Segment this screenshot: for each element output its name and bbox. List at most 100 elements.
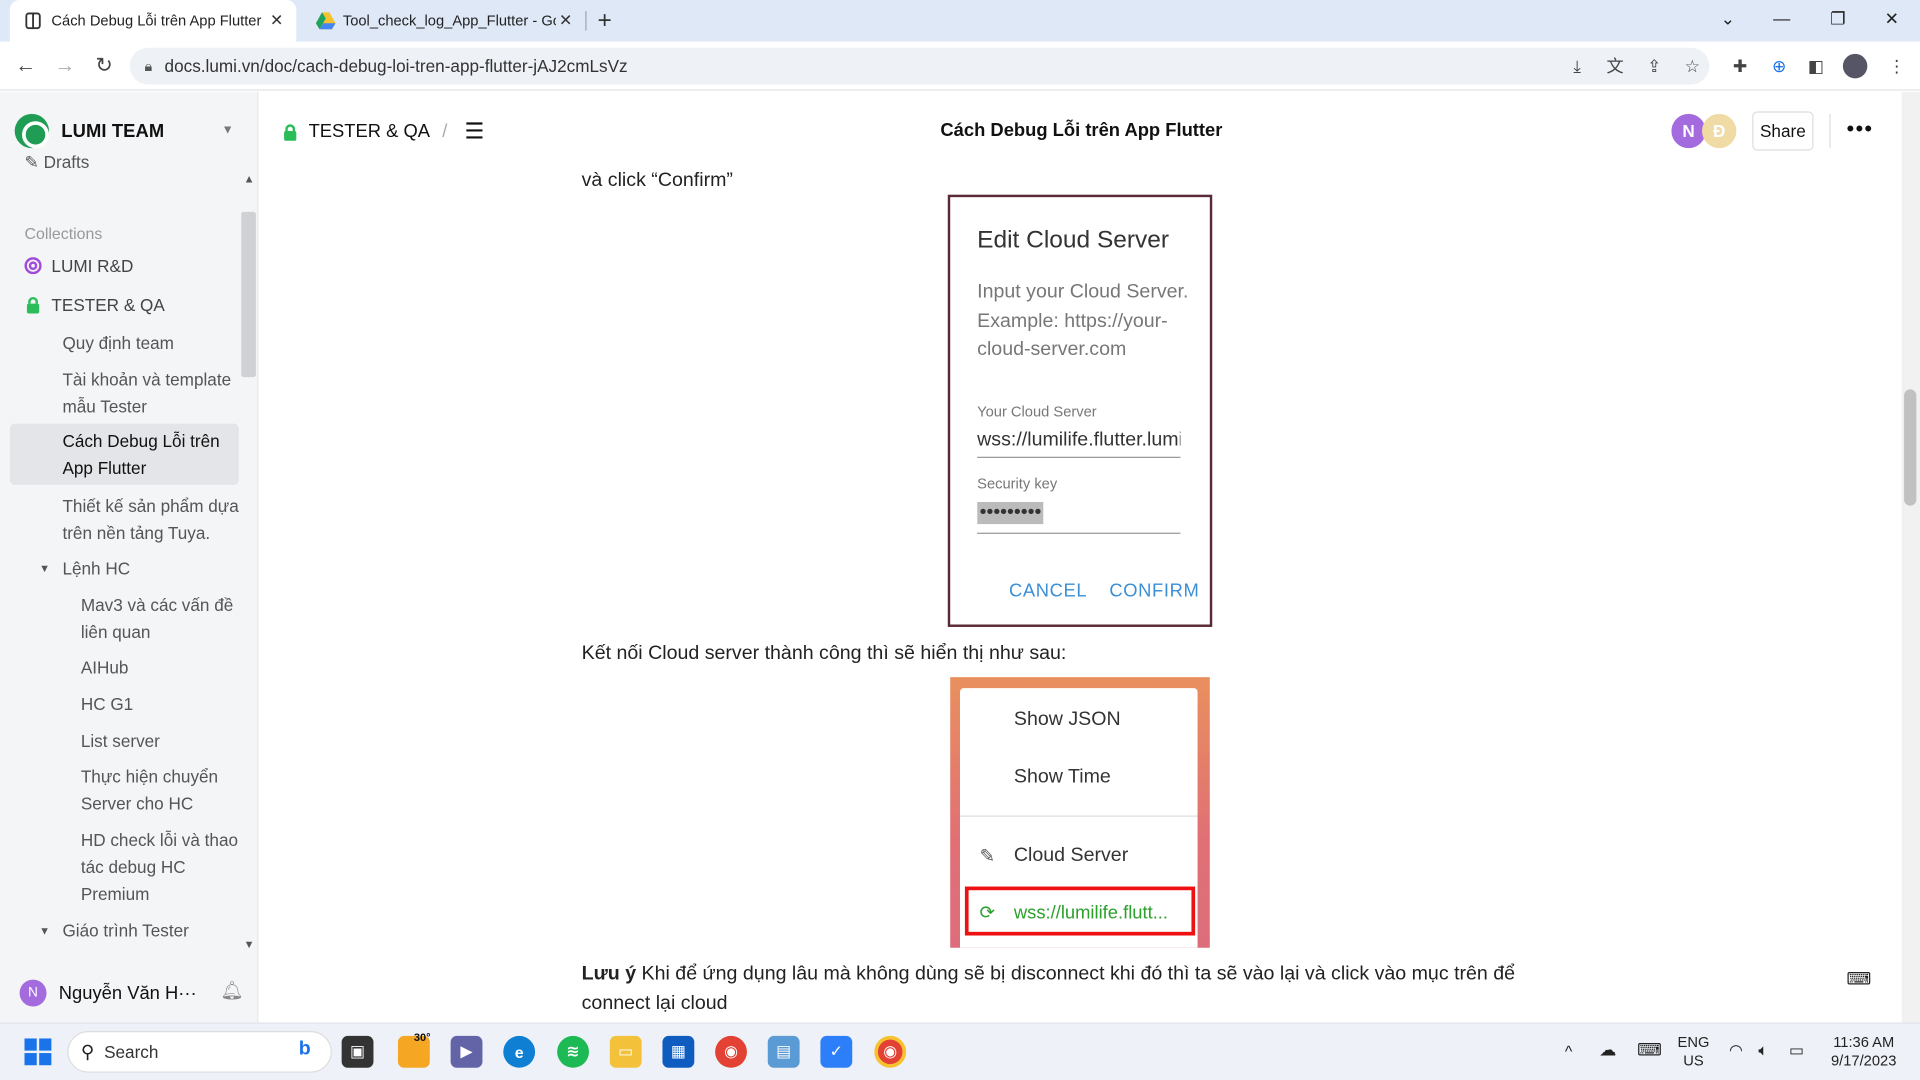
volume-icon[interactable]: 🔈︎ (1758, 1041, 1768, 1059)
sidebar-item-doc[interactable]: Thực hiện chuyển Server cho HC (81, 763, 225, 817)
toc-menu-icon[interactable]: ☰ (465, 119, 485, 145)
minimize-button[interactable]: — (1753, 0, 1809, 37)
sidebar-item-doc[interactable]: HC G1 (81, 691, 133, 718)
chevron-down-icon[interactable]: ▼ (222, 124, 234, 137)
search-label: Search (104, 1042, 159, 1062)
task-view-icon[interactable]: ▣ (341, 1035, 374, 1068)
spotify-icon[interactable]: ≋ (557, 1035, 589, 1068)
edge-icon[interactable]: e (503, 1035, 536, 1068)
expand-caret-icon[interactable]: ▼ (39, 562, 50, 574)
translate-icon[interactable]: 文 (1602, 53, 1629, 80)
taskbar: ⚲ Search b ▣ 30° ▶ e ≋ ▭ ▦ ◉ ▤ ✓ ◉ ^ ☁ ⌨… (0, 1022, 1920, 1080)
sidebar-item-doc[interactable]: Thiết kế sản phẩm dựa trên nền tảng Tuya… (62, 492, 240, 546)
forward-icon[interactable]: → (50, 51, 79, 80)
battery-icon[interactable]: ▭ (1789, 1041, 1804, 1059)
breadcrumb-separator: / (442, 121, 448, 143)
confirm-button: CONFIRM (1109, 580, 1200, 602)
avatar[interactable]: N (1671, 113, 1706, 149)
tab-title: Tool_check_log_App_Flutter - Go (342, 12, 556, 30)
lock-icon: 🔒︎ (144, 56, 153, 75)
tab-active[interactable]: Cách Debug Lỗi trên App Flutter ✕ (9, 0, 297, 42)
avatar[interactable]: Đ (1702, 113, 1737, 149)
pencil-icon: ✎ (979, 846, 996, 867)
server-label: Your Cloud Server (977, 402, 1097, 421)
tray-overflow-icon[interactable]: ^ (1565, 1042, 1572, 1060)
cloud-server-menu-screenshot: Show JSON Show Time ✎ Cloud Server ⟳ wss… (950, 677, 1210, 948)
new-tab-button[interactable]: + (598, 7, 612, 35)
bell-icon[interactable]: 🔔︎ (220, 980, 243, 1002)
weather-icon[interactable]: 30° (397, 1031, 431, 1068)
chrome-active-icon[interactable]: ◉ (874, 1035, 907, 1068)
language-indicator[interactable]: ENG US (1673, 1033, 1715, 1070)
clock[interactable]: 11:36 AM 9/17/2023 (1822, 1033, 1905, 1070)
scroll-thumb[interactable] (1904, 389, 1917, 506)
workspace-switcher[interactable]: LUMI TEAM (14, 113, 165, 149)
key-field: ••••••••• (977, 502, 1181, 534)
sidebar-item-doc[interactable]: Quy định team (62, 329, 174, 356)
page-title: Cách Debug Lỗi trên App Flutter (940, 120, 1223, 141)
close-window-button[interactable]: ✕ (1864, 0, 1920, 37)
workspace-name: LUMI TEAM (61, 120, 165, 142)
divider (960, 815, 1198, 817)
store-icon[interactable]: ▦ (662, 1035, 695, 1068)
browser-toolbar: ← → ↻ 🔒︎ docs.lumi.vn/doc/cach-debug-loi… (0, 41, 1920, 91)
search-icon: ⚲ (80, 1042, 95, 1063)
taskbar-search[interactable]: ⚲ Search b (67, 1031, 332, 1073)
sidebar-item-lumi-rd[interactable]: LUMI R&D (24, 252, 133, 279)
extensions-icon[interactable]: ✚ (1727, 53, 1754, 80)
reload-icon[interactable]: ↻ (89, 51, 118, 80)
todo-icon[interactable]: ✓ (820, 1035, 853, 1068)
sidebar-item-doc[interactable]: AIHub (81, 654, 129, 681)
keyboard-icon[interactable]: ⌨ (1637, 1040, 1662, 1059)
keyboard-shortcuts-icon[interactable]: ⌨ (1847, 969, 1872, 990)
sidebar-item-doc[interactable]: HD check lỗi và thao tác debug HC Premiu… (81, 827, 240, 908)
tab-search-icon[interactable]: ⌄ (1700, 0, 1756, 37)
paragraph: Kết nối Cloud server thành công thì sẽ h… (581, 642, 1067, 664)
sidebar-item-doc[interactable]: Lệnh HC (62, 555, 130, 582)
sidebar-scrollbar[interactable] (241, 211, 256, 378)
menu-item: Show JSON (1013, 708, 1121, 730)
bookmark-star-icon[interactable]: ☆ (1679, 53, 1706, 80)
sidepanel-icon[interactable]: ◧ (1802, 53, 1829, 80)
sidebar-item-doc[interactable]: List server (81, 727, 160, 754)
share-page-icon[interactable]: ⇪ (1641, 53, 1668, 80)
sidebar-item-doc[interactable]: Mav3 và các vấn đề liên quan (81, 591, 240, 645)
menu-panel: Show JSON Show Time ✎ Cloud Server ⟳ wss… (960, 688, 1198, 948)
sidebar-item-doc[interactable]: Giáo trình Tester (62, 917, 188, 944)
close-tab-icon[interactable]: ✕ (556, 11, 576, 31)
back-icon[interactable]: ← (11, 51, 40, 80)
user-menu[interactable]: N Nguyễn Văn H··· 🔔︎ (0, 964, 258, 1023)
address-bar[interactable]: 🔒︎ docs.lumi.vn/doc/cach-debug-loi-tren-… (129, 47, 1710, 85)
chrome-icon[interactable]: ◉ (715, 1035, 747, 1068)
divider (1829, 113, 1831, 149)
note-label: Lưu ý (581, 963, 637, 985)
sidebar-item-doc[interactable]: Tài khoản và template mẫu Tester (62, 366, 233, 420)
windows-start-icon[interactable] (22, 1036, 54, 1068)
wifi-icon[interactable]: ◠ (1729, 1041, 1743, 1059)
remote-desktop-icon[interactable]: ▤ (767, 1035, 800, 1068)
install-icon[interactable]: ⤓ (1564, 53, 1591, 80)
close-tab-icon[interactable]: ✕ (267, 11, 287, 31)
teams-icon[interactable]: ▶ (450, 1035, 483, 1068)
menu-kebab-icon[interactable]: ⋮ (1883, 53, 1910, 80)
share-button[interactable]: Share (1752, 111, 1814, 151)
profile-avatar[interactable] (1842, 53, 1869, 80)
dialog-description: Input your Cloud Server. Example: https:… (977, 281, 1189, 361)
sidebar-item-doc-selected[interactable]: Cách Debug Lỗi trên App Flutter (9, 423, 239, 485)
sidebar-item-drafts[interactable]: ✎ Drafts (24, 156, 89, 173)
tab-drive[interactable]: Tool_check_log_App_Flutter - Go ✕ (301, 0, 585, 42)
sidebar-item-tester-qa[interactable]: TESTER & QA (24, 291, 165, 318)
download-icon[interactable]: ⊕ (1766, 53, 1793, 80)
paragraph: và click “Confirm” (581, 170, 733, 192)
scroll-down-icon[interactable]: ▼ (244, 938, 255, 950)
more-options-icon[interactable]: ••• (1847, 116, 1874, 142)
file-explorer-icon[interactable]: ▭ (609, 1035, 642, 1068)
page-scrollbar[interactable] (1901, 91, 1920, 1023)
scroll-up-icon[interactable]: ▲ (244, 173, 255, 185)
restore-button[interactable]: ❐ (1810, 0, 1866, 37)
expand-caret-icon[interactable]: ▼ (39, 924, 50, 936)
onedrive-icon[interactable]: ☁ (1599, 1040, 1616, 1059)
edit-cloud-server-screenshot: Edit Cloud Server Input your Cloud Serve… (947, 194, 1213, 627)
breadcrumb-collection[interactable]: TESTER & QA (309, 121, 430, 142)
breadcrumb[interactable]: TESTER & QA / ☰ (282, 119, 485, 145)
